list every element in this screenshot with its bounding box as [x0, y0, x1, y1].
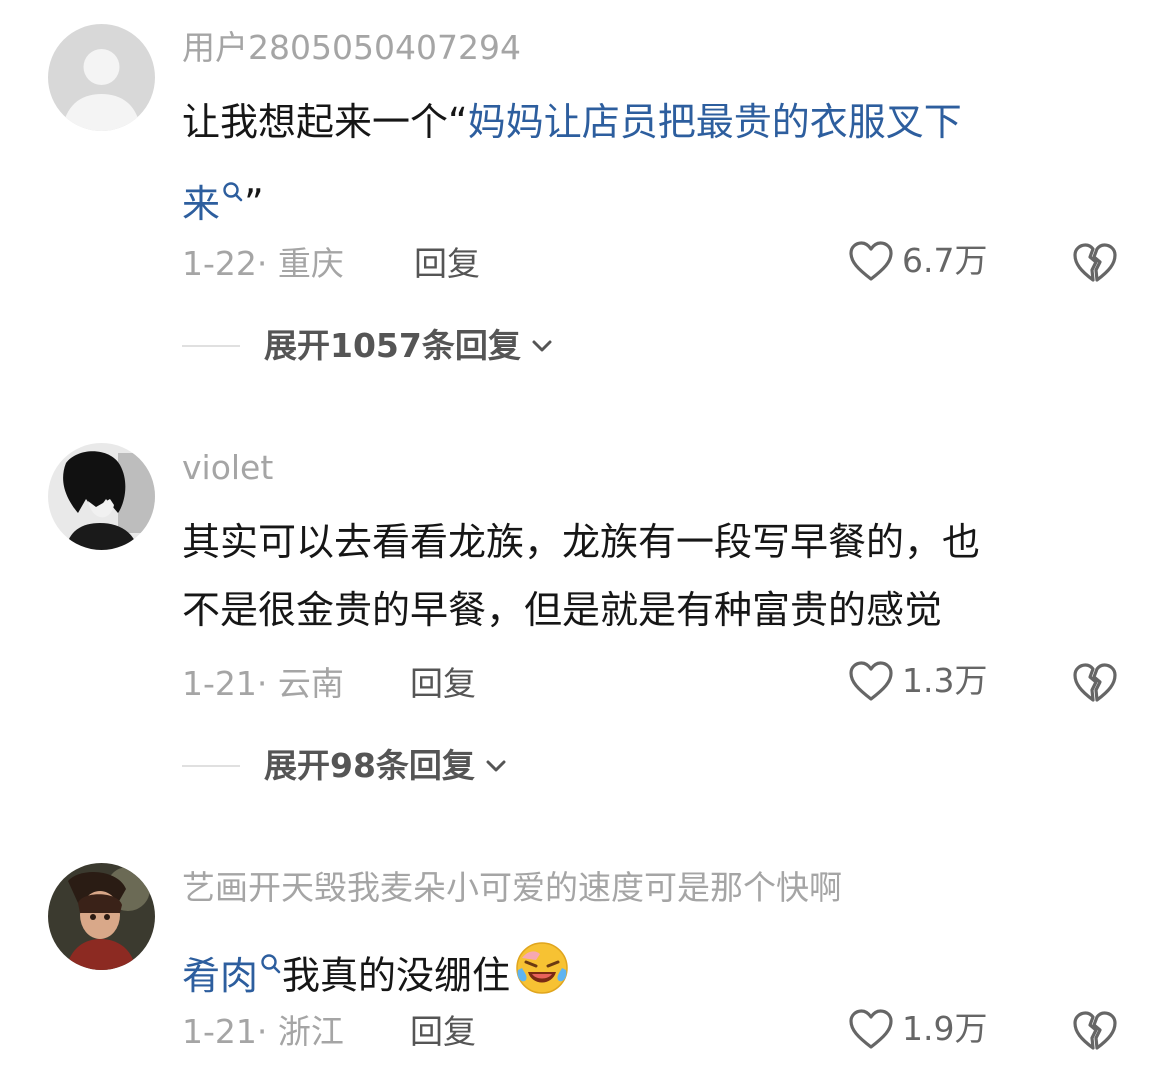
broken-heart-icon	[1073, 1011, 1117, 1050]
laughing-crying-emoji	[514, 940, 570, 1017]
expand-replies-label[interactable]: 展开1057条回复	[264, 326, 521, 366]
comment-date: 1-21	[182, 664, 257, 703]
expand-divider	[182, 765, 240, 767]
comment-date: 1-21	[182, 1012, 257, 1051]
comment-text-line: 其实可以去看看龙族，龙族有一段写早餐的，也	[182, 520, 981, 564]
search-icon[interactable]	[260, 928, 282, 996]
broken-heart-icon	[1073, 243, 1117, 282]
search-link-text[interactable]: 肴肉	[182, 954, 258, 998]
expand-replies-button[interactable]: 展开1057条回复	[182, 326, 553, 366]
comment-location: 重庆	[277, 244, 344, 283]
comment-text-plain: 让我想起来一个“	[182, 100, 468, 144]
comment-meta: 1-21· 云南	[182, 664, 344, 704]
avatar[interactable]	[48, 24, 155, 131]
broken-heart-icon	[1073, 663, 1117, 702]
comment-meta: 1-21· 浙江	[182, 1012, 344, 1052]
comment-date: 1-22	[182, 244, 257, 283]
search-link-text[interactable]: 来	[182, 182, 220, 226]
username[interactable]: 用户2805050407294	[182, 28, 521, 68]
comment-text-end: ”	[244, 181, 264, 226]
like-button[interactable]: 1.9万	[848, 1008, 987, 1050]
chevron-down-icon	[532, 340, 552, 352]
like-count: 1.9万	[902, 1009, 988, 1048]
chevron-down-icon	[486, 760, 506, 772]
comment-text: 其实可以去看看龙族，龙族有一段写早餐的，也 不是很金贵的早餐，但是就是有种富贵的…	[182, 508, 1122, 644]
expand-replies-button[interactable]: 展开98条回复	[182, 746, 507, 786]
dislike-button[interactable]	[1072, 1010, 1118, 1056]
like-count: 6.7万	[902, 241, 988, 280]
heart-outline-icon	[849, 241, 893, 281]
like-button[interactable]: 1.3万	[848, 660, 987, 702]
comment-location: 云南	[277, 664, 344, 703]
reply-button[interactable]: 回复	[414, 244, 480, 284]
meta-separator: ·	[256, 244, 278, 283]
expand-divider	[182, 345, 240, 347]
username[interactable]: violet	[182, 448, 273, 488]
like-button[interactable]: 6.7万	[848, 240, 987, 282]
reply-button[interactable]: 回复	[410, 664, 476, 704]
heart-outline-icon	[849, 1009, 893, 1049]
meta-separator: ·	[256, 664, 278, 703]
comment-text-plain: 我真的没绷住	[282, 953, 511, 998]
meta-separator: ·	[256, 1012, 278, 1051]
avatar[interactable]	[48, 443, 155, 550]
comment-text: 让我想起来一个“妈妈让店员把最贵的衣服叉下来 ”	[182, 88, 1122, 238]
comment-meta: 1-22· 重庆	[182, 244, 344, 284]
dislike-button[interactable]	[1072, 662, 1118, 708]
heart-outline-icon	[849, 661, 893, 701]
avatar[interactable]	[48, 863, 155, 970]
comment-text: 肴肉 我真的没绷住	[182, 928, 1122, 1017]
like-count: 1.3万	[902, 661, 988, 700]
comment-location: 浙江	[277, 1012, 344, 1051]
search-link-text[interactable]: 妈妈让店员把最贵的衣服叉下	[468, 100, 962, 144]
dislike-button[interactable]	[1072, 242, 1118, 288]
username[interactable]: 艺画开天毁我麦朵小可爱的速度可是那个快啊	[182, 868, 842, 908]
reply-button[interactable]: 回复	[410, 1012, 476, 1052]
expand-replies-label[interactable]: 展开98条回复	[264, 746, 475, 786]
search-link[interactable]: 肴肉	[182, 954, 282, 998]
search-icon[interactable]	[222, 156, 244, 224]
comment-text-line: 不是很金贵的早餐，但是就是有种富贵的感觉	[182, 588, 943, 632]
